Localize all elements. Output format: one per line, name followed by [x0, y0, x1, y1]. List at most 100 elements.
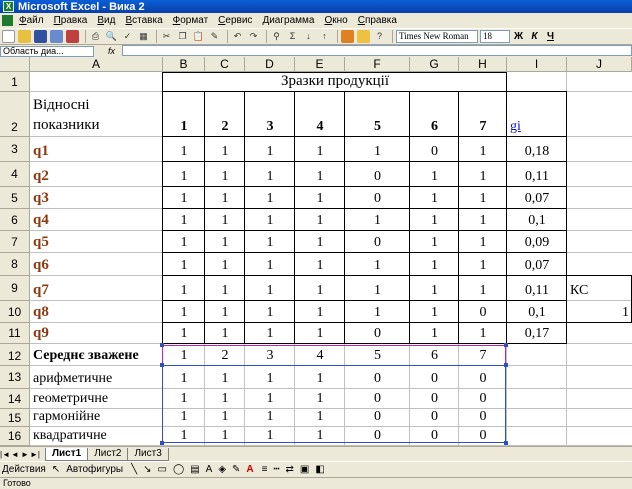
bold-button[interactable]: Ж [512, 31, 525, 42]
row-header-1[interactable]: 1 [0, 72, 30, 92]
indicator-label[interactable]: q9 [30, 323, 163, 344]
indicator-value[interactable]: 1 [295, 209, 345, 231]
indicator-value[interactable]: 1 [163, 137, 205, 162]
kc-label[interactable]: КС [567, 276, 632, 301]
gi-value[interactable]: 0,17 [507, 323, 567, 344]
print-icon[interactable]: ⎙ [89, 30, 102, 43]
indicator-value[interactable]: 0 [345, 231, 410, 253]
indicator-value[interactable]: 0 [345, 162, 410, 187]
sample-number-header[interactable]: 1 [163, 92, 205, 137]
indicator-value[interactable]: 1 [205, 276, 245, 301]
indicator-value[interactable]: 1 [163, 209, 205, 231]
average-type-label[interactable]: квадратичне [30, 427, 163, 446]
sample-number-header[interactable]: 3 [245, 92, 295, 137]
indicator-value[interactable]: 1 [410, 323, 459, 344]
line-style-icon[interactable]: ≡ [262, 464, 268, 475]
indicator-value[interactable]: 0 [345, 323, 410, 344]
wordart-icon[interactable]: A [206, 464, 213, 475]
gi-value[interactable]: 0,07 [507, 253, 567, 276]
sort-desc-icon[interactable]: ↑ [318, 30, 331, 43]
column-header-h[interactable]: H [459, 57, 507, 72]
weighted-average-label[interactable]: Середнє зважене [30, 344, 163, 366]
row-header-6[interactable]: 6 [0, 209, 30, 231]
indicator-label[interactable]: q8 [30, 301, 163, 323]
gi-value[interactable]: 0,1 [507, 301, 567, 323]
indicator-label[interactable]: q7 [30, 276, 163, 301]
gi-value[interactable]: 0,1 [507, 209, 567, 231]
permission-icon[interactable] [50, 30, 63, 43]
indicator-value[interactable]: 0 [459, 301, 507, 323]
indicator-value[interactable]: 1 [205, 253, 245, 276]
sample-number-header[interactable]: 7 [459, 92, 507, 137]
3d-icon[interactable]: ◧ [315, 464, 324, 475]
indicator-value[interactable]: 1 [205, 301, 245, 323]
indicator-value[interactable]: 1 [410, 301, 459, 323]
preview-icon[interactable]: 🔍 [105, 30, 118, 43]
paste-icon[interactable]: 📋 [192, 30, 205, 43]
font-name-select[interactable]: Times New Roman [396, 30, 478, 43]
autoshapes-menu[interactable]: Автофигуры [66, 464, 123, 475]
indicator-label[interactable]: q4 [30, 209, 163, 231]
indicator-value[interactable]: 1 [410, 209, 459, 231]
indicator-value[interactable]: 1 [295, 187, 345, 209]
indicator-value[interactable]: 1 [163, 231, 205, 253]
menu-insert[interactable]: Вставка [125, 15, 162, 26]
row-header-11[interactable]: 11 [0, 323, 30, 344]
column-header-f[interactable]: F [345, 57, 410, 72]
indicator-value[interactable]: 1 [163, 253, 205, 276]
hyperlink-icon[interactable]: ⚲ [270, 30, 283, 43]
oval-icon[interactable]: ◯ [173, 464, 184, 475]
worksheet-grid[interactable]: A B C D E F G H I J 1 2 3 4 5 6 7 8 9 10 11 12 13 14 15 16 Зразки … [0, 57, 632, 446]
prev-sheet-icon[interactable]: ◄ [10, 450, 20, 459]
indicators-header[interactable]: Відносні показники [30, 92, 163, 137]
arrow-style-icon[interactable]: ⇄ [286, 464, 294, 475]
selection-handle[interactable] [504, 343, 508, 347]
open-icon[interactable] [18, 30, 31, 43]
indicator-value[interactable]: 1 [410, 187, 459, 209]
indicator-value[interactable]: 1 [163, 323, 205, 344]
indicator-value[interactable]: 1 [245, 301, 295, 323]
average-type-label[interactable]: арифметичне [30, 366, 163, 389]
menu-edit[interactable]: Правка [54, 15, 88, 26]
column-header-a[interactable]: A [30, 57, 163, 72]
cut-icon[interactable]: ✂ [160, 30, 173, 43]
menu-tools[interactable]: Сервис [218, 15, 252, 26]
indicator-label[interactable]: q5 [30, 231, 163, 253]
indicator-value[interactable]: 1 [205, 162, 245, 187]
indicator-value[interactable]: 1 [345, 137, 410, 162]
sample-number-header[interactable]: 2 [205, 92, 245, 137]
indicator-value[interactable]: 1 [245, 162, 295, 187]
menu-view[interactable]: Вид [97, 15, 115, 26]
indicator-value[interactable]: 0 [410, 137, 459, 162]
last-sheet-icon[interactable]: ►| [30, 450, 40, 459]
indicator-value[interactable]: 1 [410, 162, 459, 187]
selection-handle[interactable] [504, 363, 508, 367]
gi-value[interactable]: 0,11 [507, 276, 567, 301]
indicator-value[interactable]: 1 [205, 187, 245, 209]
indicator-value[interactable]: 0 [345, 187, 410, 209]
indicator-value[interactable]: 1 [245, 231, 295, 253]
sample-number-header[interactable]: 5 [345, 92, 410, 137]
indicator-label[interactable]: q2 [30, 162, 163, 187]
sort-asc-icon[interactable]: ↓ [302, 30, 315, 43]
menu-format[interactable]: Формат [173, 15, 209, 26]
column-header-d[interactable]: D [245, 57, 295, 72]
row-header-2[interactable]: 2 [0, 92, 30, 137]
column-header-b[interactable]: B [163, 57, 205, 72]
email-icon[interactable] [66, 30, 79, 43]
fill-color-icon[interactable]: ◈ [218, 464, 226, 475]
gi-header[interactable]: gi [507, 92, 567, 137]
arrow-icon[interactable]: ↘ [143, 464, 151, 475]
formula-input[interactable] [122, 45, 632, 56]
select-objects-icon[interactable]: ↖ [52, 464, 60, 475]
fx-icon[interactable]: fx [108, 46, 115, 56]
row-header-14[interactable]: 14 [0, 389, 30, 409]
indicator-value[interactable]: 1 [205, 231, 245, 253]
table-title[interactable]: Зразки продукції [163, 72, 507, 92]
row-header-5[interactable]: 5 [0, 187, 30, 209]
actions-menu[interactable]: Действия [2, 464, 46, 475]
selection-handle[interactable] [160, 441, 164, 445]
first-sheet-icon[interactable]: |◄ [0, 450, 10, 459]
plot-area-frame[interactable] [162, 365, 506, 443]
indicator-value[interactable]: 1 [345, 253, 410, 276]
